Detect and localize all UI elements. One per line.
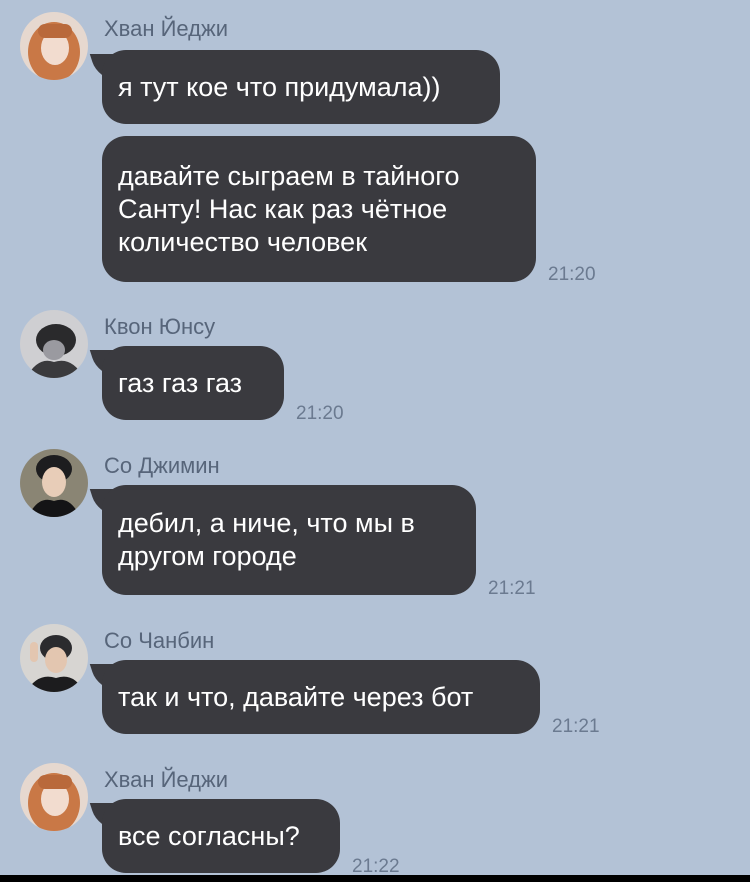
sender-name: Квон Юнсу [104,314,216,339]
avatar-yeji[interactable] [20,763,88,831]
message-timestamp: 21:20 [548,264,596,285]
avatar-image [20,12,88,80]
message-text: я тут кое что придумала)) [118,71,441,102]
message-text: все согласны? [118,820,300,851]
message-bubble[interactable]: так и что, давайте через бот [102,660,540,734]
message-timestamp: 21:21 [488,578,536,599]
avatar-image [20,449,88,517]
avatar-jimin[interactable] [20,449,88,517]
sender-name: Хван Йеджи [104,767,229,792]
message-bubble[interactable]: дебил, а ниче, что мы в другом городе [102,485,476,595]
avatar-image [20,624,88,692]
message-text: давайте сыграем в тайного Санту! Нас как… [118,160,460,257]
avatar-changbin[interactable] [20,624,88,692]
sender-name: Со Чанбин [104,628,215,653]
message-text: так и что, давайте через бот [118,681,474,712]
message-bubble[interactable]: я тут кое что придумала)) [102,50,500,124]
message-timestamp: 21:20 [296,403,344,424]
avatar-image [20,763,88,831]
avatar-image [20,310,88,378]
bottom-edge-bar [0,875,750,882]
message-bubble[interactable]: давайте сыграем в тайного Санту! Нас как… [102,136,536,282]
sender-name: Со Джимин [104,453,220,478]
avatar-yeji[interactable] [20,12,88,80]
message-timestamp: 21:21 [552,716,600,737]
message-bubble[interactable]: газ газ газ [102,346,284,420]
sender-name: Хван Йеджи [104,16,229,41]
message-bubble[interactable]: все согласны? [102,799,340,873]
message-text: газ газ газ [118,367,243,398]
message-text: дебил, а ниче, что мы в другом городе [118,508,415,571]
avatar-yunsu[interactable] [20,310,88,378]
